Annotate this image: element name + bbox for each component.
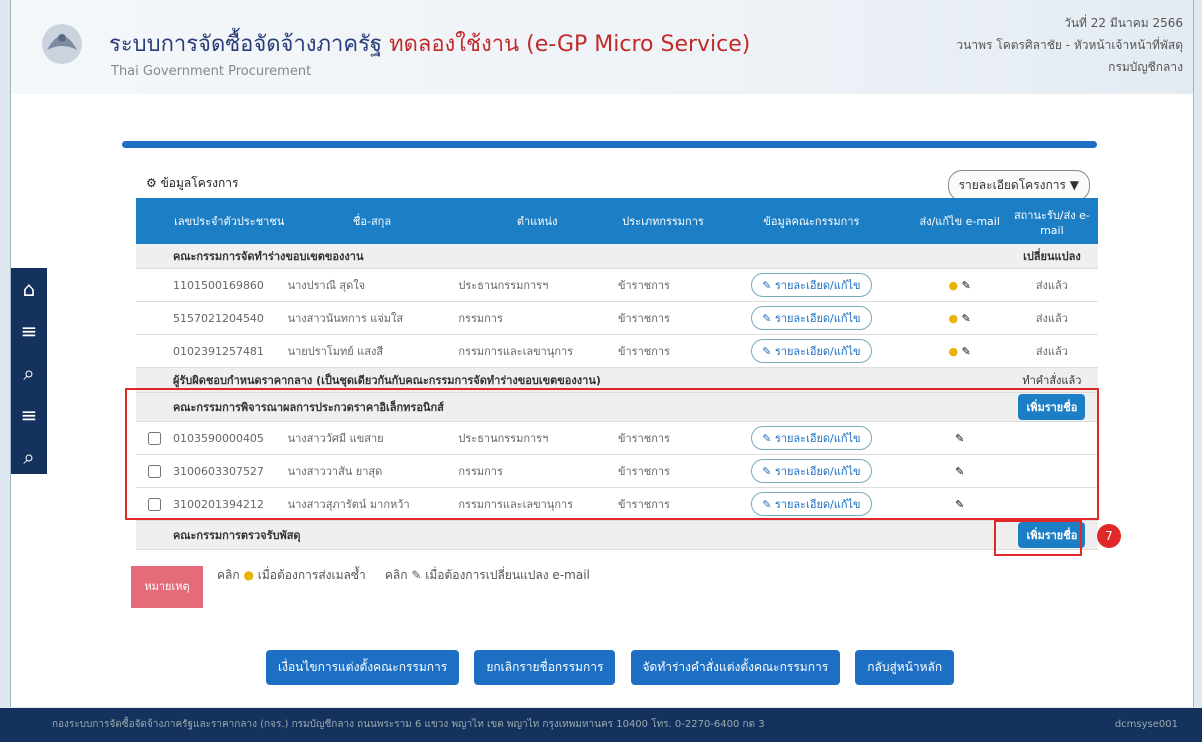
- cancel-committee-button[interactable]: ยกเลิกรายชื่อกรรมการ: [474, 650, 616, 685]
- col-header-role: ตำแหน่ง: [457, 198, 617, 244]
- edit-icon[interactable]: ✎: [962, 345, 971, 358]
- table-row: 1101500169860 นางปราณี สุดใจ ประธานกรรมก…: [136, 268, 1098, 302]
- edit-icon: ✎: [762, 312, 772, 325]
- app-subtitle: Thai Government Procurement: [111, 64, 312, 79]
- col-header-status: สถานะรับ/ส่ง e-mail: [1005, 198, 1098, 244]
- note-text: คลิก ● เมื่อต้องการส่งเมลซ้ำ คลิก ✎ เมื่…: [217, 568, 590, 582]
- left-nav: ⌂ ≡ ⌕ ≡ ⌕: [11, 268, 47, 474]
- user-info: วันที่ 22 มีนาคม 2566 วนาพร โคตรศิลาชัย …: [956, 16, 1183, 74]
- footer: กองระบบการจัดซื้อจัดจ้างภาครัฐและราคากลา…: [0, 708, 1202, 742]
- table-row: 5157021204540 นางสาวนันทการ แจ่มใส กรรมก…: [136, 301, 1098, 335]
- email-icon[interactable]: ●: [949, 345, 959, 358]
- step-badge: 7: [1097, 524, 1121, 548]
- search-icon[interactable]: ⌕: [11, 352, 47, 394]
- group-row: คณะกรรมการจัดทำร่างขอบเขตของงาน เปลี่ยนแ…: [136, 244, 1098, 269]
- email-icon: ●: [243, 568, 254, 582]
- menu-icon[interactable]: ≡: [11, 310, 47, 352]
- col-header-type: ประเภทกรรมการ: [616, 198, 710, 244]
- section-divider: [122, 141, 1097, 148]
- home-icon[interactable]: ⌂: [11, 268, 47, 310]
- edit-icon: ✎: [411, 568, 422, 582]
- detail-edit-button[interactable]: ✎ รายละเอียด/แก้ไข: [751, 306, 872, 330]
- table-header: เลขประจำตัวประชาชน ชื่อ-สกุล ตำแหน่ง ประ…: [136, 198, 1098, 244]
- search-icon[interactable]: ⌕: [11, 436, 47, 478]
- email-icon[interactable]: ●: [949, 279, 959, 292]
- change-link[interactable]: เปลี่ยนแปลง: [1023, 250, 1081, 263]
- draft-order-button[interactable]: จัดทำร่างคำสั่งแต่งตั้งคณะกรรมการ: [630, 650, 841, 685]
- garuda-logo: [42, 24, 82, 64]
- col-header-name: ชื่อ-สกุล: [286, 198, 458, 244]
- group-row: คณะกรรมการตรวจรับพัสดุ เพิ่มรายชื่อ: [136, 520, 1098, 550]
- highlight-box: [125, 388, 1099, 520]
- list-icon[interactable]: ≡: [11, 394, 47, 436]
- table-row: 0102391257481 นายปราโมทย์ แสงสี กรรมการแ…: [136, 334, 1098, 368]
- action-bar: เงื่อนไขการแต่งตั้งคณะกรรมการ ยกเลิกรายช…: [266, 650, 964, 685]
- panel-title: ⚙ ข้อมูลโครงการ: [146, 176, 239, 190]
- edit-icon: ✎: [762, 345, 772, 358]
- app-title: ระบบการจัดซื้อจัดจ้างภาครัฐ ทดลองใช้งาน …: [109, 32, 751, 57]
- col-header-info: ข้อมูลคณะกรรมการ: [709, 198, 914, 244]
- back-home-button[interactable]: กลับสู่หน้าหลัก: [855, 650, 955, 685]
- detail-edit-button[interactable]: ✎ รายละเอียด/แก้ไข: [751, 273, 872, 297]
- highlight-box: [994, 520, 1082, 556]
- col-header-email: ส่ง/แก้ไข e-mail: [913, 198, 1006, 244]
- settings-icon: ⚙: [146, 176, 157, 190]
- email-icon[interactable]: ●: [949, 312, 959, 325]
- committee-conditions-button[interactable]: เงื่อนไขการแต่งตั้งคณะกรรมการ: [266, 650, 460, 685]
- col-header-id: เลขประจำตัวประชาชน: [171, 198, 287, 244]
- edit-icon[interactable]: ✎: [962, 279, 971, 292]
- detail-edit-button[interactable]: ✎ รายละเอียด/แก้ไข: [751, 339, 872, 363]
- header: ระบบการจัดซื้อจัดจ้างภาครัฐ ทดลองใช้งาน …: [11, 0, 1193, 94]
- note-tab: หมายเหตุ: [131, 566, 203, 608]
- project-detail-button[interactable]: รายละเอียดโครงการ ▼: [947, 170, 1090, 201]
- edit-icon: ✎: [762, 279, 772, 292]
- edit-icon[interactable]: ✎: [962, 312, 971, 325]
- app-frame: ระบบการจัดซื้อจัดจ้างภาครัฐ ทดลองใช้งาน …: [10, 0, 1194, 707]
